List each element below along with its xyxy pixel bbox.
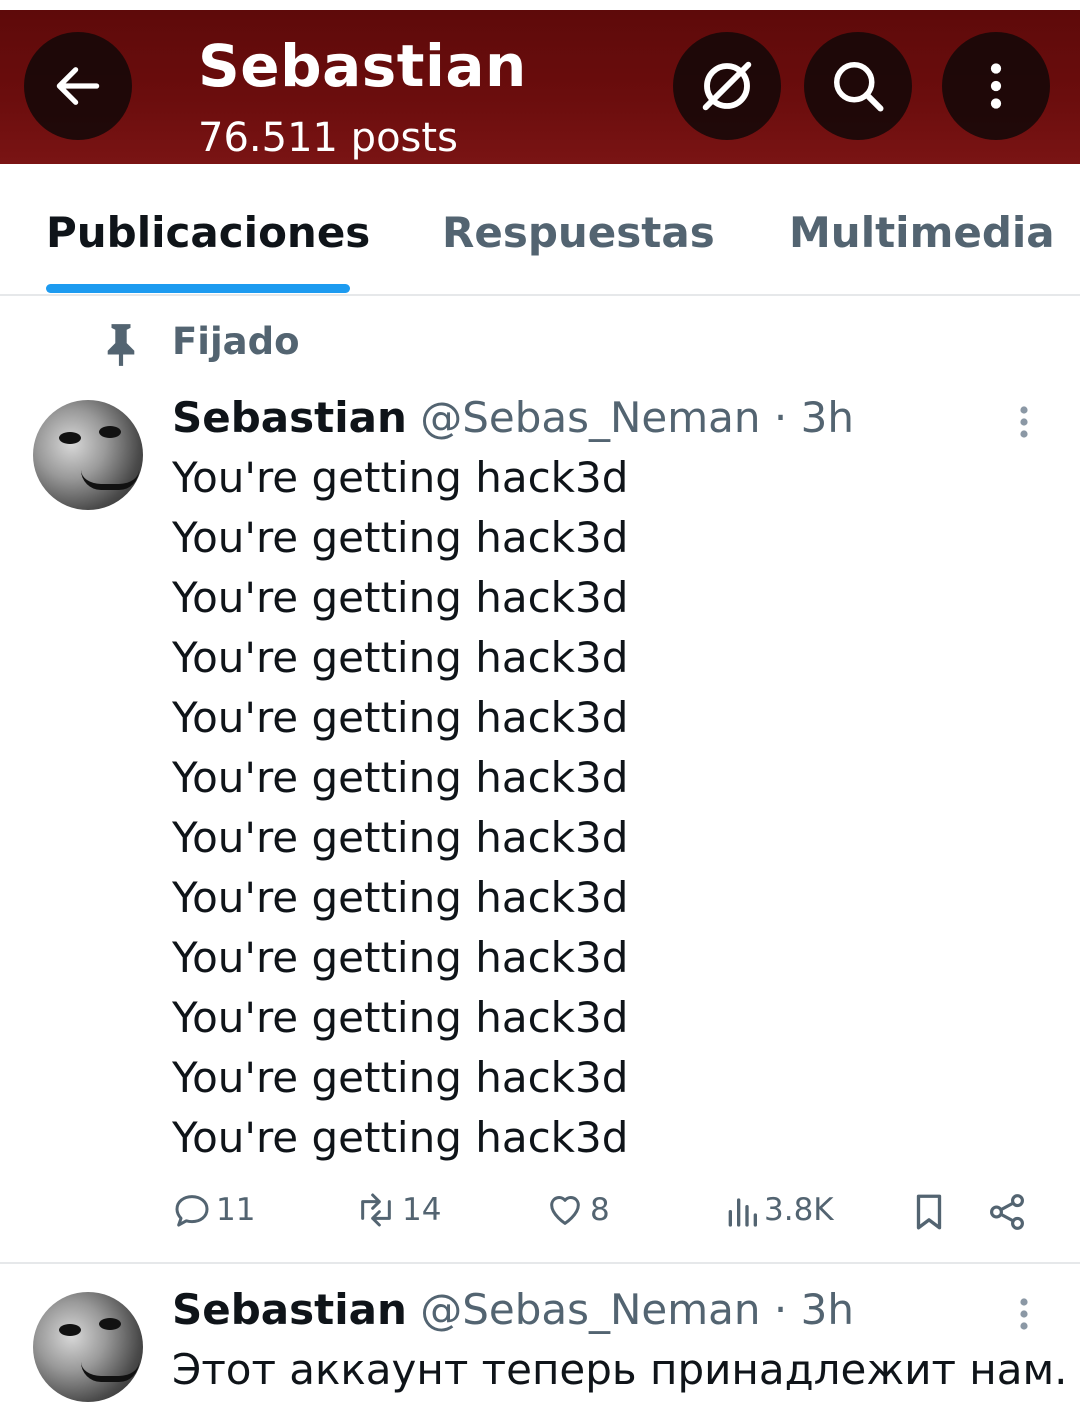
tweet-divider: [0, 1262, 1080, 1264]
tab-multimedia[interactable]: Multimedia: [789, 208, 1055, 257]
tweet[interactable]: Sebastian @Sebas_Neman · 3h Этот аккаунт…: [0, 1282, 1080, 1422]
like-count: 8: [590, 1192, 610, 1228]
tweet-line: You're getting hack3d: [172, 873, 629, 922]
tweet-text: You're getting hack3d You're getting hac…: [172, 448, 628, 1168]
search-button[interactable]: [804, 32, 912, 140]
heart-icon: [550, 1196, 580, 1225]
tweet-more-icon[interactable]: [1012, 1296, 1036, 1332]
views-chart-icon: [728, 1198, 757, 1227]
more-vertical-icon: [990, 63, 1002, 109]
back-arrow-icon: [56, 67, 100, 105]
view-count: 3.8K: [764, 1192, 834, 1228]
repost-button[interactable]: 14: [354, 1190, 441, 1230]
pin-icon: [107, 324, 135, 366]
tweet-header: Sebastian @Sebas_Neman · 3h: [172, 392, 854, 444]
author-name[interactable]: Sebastian: [172, 1285, 407, 1334]
tweet-line: You're getting hack3d: [172, 513, 629, 562]
share-icon[interactable]: [986, 1190, 1028, 1234]
reply-icon: [175, 1195, 209, 1227]
active-tab-indicator: [46, 284, 350, 293]
search-icon: [834, 62, 884, 112]
tab-respuestas[interactable]: Respuestas: [442, 208, 715, 257]
author-handle[interactable]: @Sebas_Neman: [420, 393, 760, 442]
tweet-actions: 11 14 8 3.8K: [0, 1190, 1080, 1242]
tweet-line: You're getting hack3d: [172, 753, 629, 802]
repost-count: 14: [402, 1192, 442, 1228]
tweet[interactable]: Sebastian @Sebas_Neman · 3h You're getti…: [0, 390, 1080, 1250]
tweet-line: Этот аккаунт теперь принадлежит нам.: [172, 1345, 1068, 1394]
tweet-line: You're getting hack3d: [172, 453, 629, 502]
author-handle[interactable]: @Sebas_Neman: [420, 1285, 760, 1334]
tweet-line: You're getting hack3d: [172, 1053, 629, 1102]
tweet-line: You're getting hack3d: [172, 693, 629, 742]
tweet-line: You're getting hack3d: [172, 813, 629, 862]
post-count: 76.511 posts: [198, 115, 458, 161]
tab-publicaciones[interactable]: Publicaciones: [46, 208, 370, 257]
repost-icon: [361, 1193, 391, 1227]
pinned-label: Fijado: [172, 320, 300, 363]
pinned-indicator: Fijado: [0, 318, 1080, 370]
like-button[interactable]: 8: [544, 1190, 610, 1230]
tweet-time: · 3h: [773, 1285, 854, 1334]
profile-header: Sebastian 76.511 posts: [0, 0, 1080, 164]
blocked-button[interactable]: [673, 32, 781, 140]
views-button[interactable]: 3.8K: [724, 1190, 834, 1230]
tweet-line: You're getting hack3d: [172, 993, 629, 1042]
tweet-line: You're getting hack3d: [172, 1113, 629, 1162]
tweet-text: Этот аккаунт теперь принадлежит нам.: [172, 1340, 1068, 1400]
avatar[interactable]: [33, 1292, 143, 1402]
tweet-header: Sebastian @Sebas_Neman · 3h: [172, 1284, 854, 1336]
reply-count: 11: [216, 1192, 256, 1228]
profile-tabs: Publicaciones Respuestas Multimedia: [0, 164, 1080, 296]
no-symbol-icon: [702, 61, 752, 111]
tweet-line: You're getting hack3d: [172, 573, 629, 622]
avatar[interactable]: [33, 400, 143, 510]
reply-button[interactable]: 11: [172, 1190, 255, 1230]
tweet-line: You're getting hack3d: [172, 633, 629, 682]
tweet-time: · 3h: [773, 393, 854, 442]
author-name[interactable]: Sebastian: [172, 393, 407, 442]
back-button[interactable]: [24, 32, 132, 140]
tweet-more-icon[interactable]: [1012, 404, 1036, 440]
more-options-button[interactable]: [942, 32, 1050, 140]
profile-title: Sebastian: [198, 32, 527, 100]
bookmark-icon[interactable]: [908, 1190, 950, 1234]
tweet-line: You're getting hack3d: [172, 933, 629, 982]
